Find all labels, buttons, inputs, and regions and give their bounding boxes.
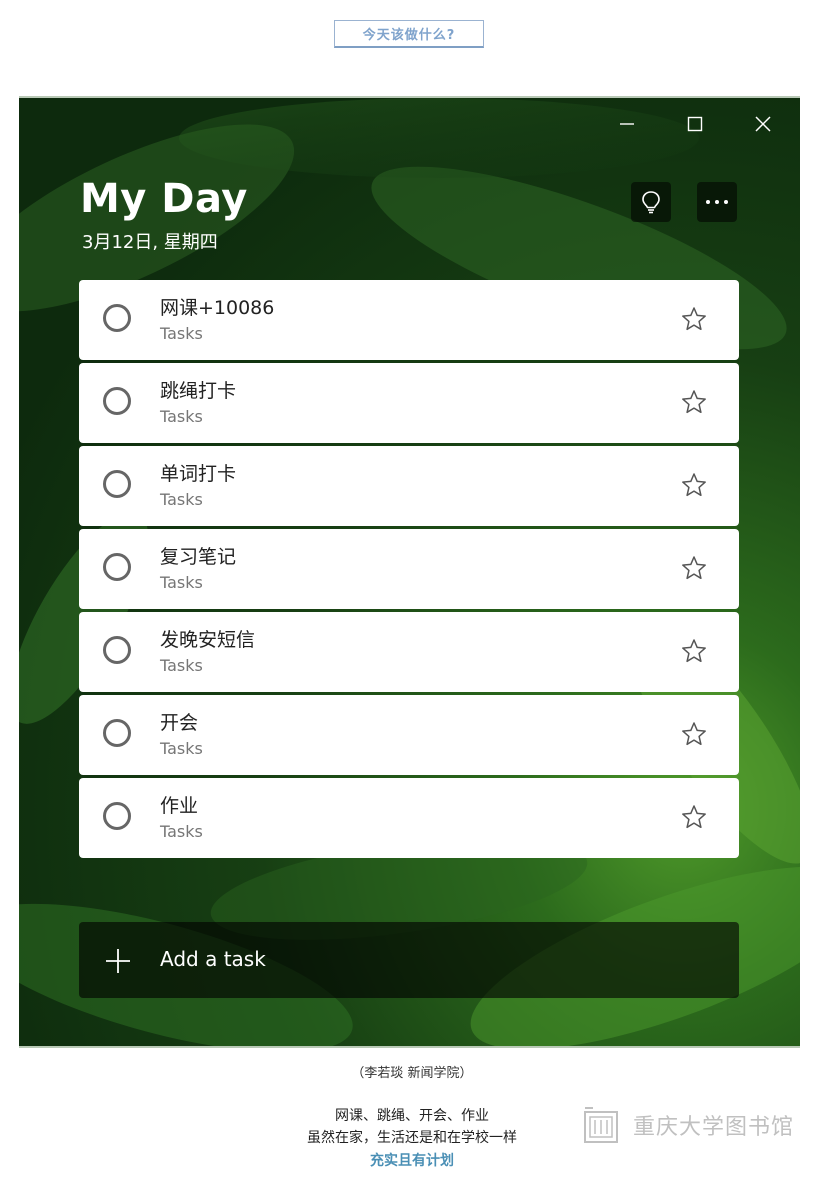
maximize-icon <box>687 116 703 132</box>
close-button[interactable] <box>749 110 777 138</box>
complete-checkbox[interactable] <box>103 470 131 498</box>
task-item[interactable]: 开会 Tasks <box>79 695 739 775</box>
task-list-name: Tasks <box>160 822 203 841</box>
star-icon[interactable] <box>681 472 707 498</box>
task-list-name: Tasks <box>160 407 203 426</box>
task-item[interactable]: 跳绳打卡 Tasks <box>79 363 739 443</box>
task-list-name: Tasks <box>160 573 203 592</box>
task-title: 跳绳打卡 <box>160 380 237 402</box>
more-options-button[interactable] <box>697 182 737 222</box>
star-icon[interactable] <box>681 555 707 581</box>
task-title: 作业 <box>160 795 199 817</box>
library-logo: 重庆大学图书馆 <box>583 1106 794 1144</box>
task-item[interactable]: 作业 Tasks <box>79 778 739 858</box>
minimize-icon <box>620 123 634 125</box>
footer-line-3: 充实且有计划 <box>370 1153 454 1169</box>
task-list-name: Tasks <box>160 656 203 675</box>
task-item[interactable]: 复习笔记 Tasks <box>79 529 739 609</box>
star-icon[interactable] <box>681 389 707 415</box>
task-title: 复习笔记 <box>160 546 237 568</box>
plus-icon <box>106 949 130 973</box>
task-item[interactable]: 网课+10086 Tasks <box>79 280 739 360</box>
task-list-name: Tasks <box>160 739 203 758</box>
library-logo-icon <box>584 1107 618 1143</box>
add-task-input[interactable]: Add a task <box>79 922 739 998</box>
add-task-label: Add a task <box>160 947 266 971</box>
maximize-button[interactable] <box>681 110 709 138</box>
date-subtitle: 3月12日, 星期四 <box>82 232 218 253</box>
complete-checkbox[interactable] <box>103 719 131 747</box>
task-list-name: Tasks <box>160 490 203 509</box>
library-logo-text: 重庆大学图书馆 <box>633 1115 795 1140</box>
complete-checkbox[interactable] <box>103 636 131 664</box>
task-list-name: Tasks <box>160 324 203 343</box>
suggestions-button[interactable] <box>631 182 671 222</box>
star-icon[interactable] <box>681 804 707 830</box>
page-title: My Day <box>80 176 248 222</box>
complete-checkbox[interactable] <box>103 553 131 581</box>
image-caption: （李若琰 新闻学院） <box>351 1066 473 1081</box>
star-icon[interactable] <box>681 638 707 664</box>
more-icon <box>706 200 728 204</box>
task-list: 网课+10086 Tasks 跳绳打卡 Tasks 单词打卡 Tasks 复习笔… <box>79 280 739 861</box>
star-icon[interactable] <box>681 306 707 332</box>
task-title: 网课+10086 <box>160 297 275 319</box>
minimize-button[interactable] <box>613 110 641 138</box>
banner-button: 今天该做什么? <box>334 20 484 48</box>
task-title: 发晚安短信 <box>160 629 256 651</box>
lightbulb-icon <box>642 191 660 214</box>
task-item[interactable]: 发晚安短信 Tasks <box>79 612 739 692</box>
todo-app-window: My Day 3月12日, 星期四 网课+10086 Tasks 跳绳打卡 Ta… <box>19 96 800 1048</box>
task-item[interactable]: 单词打卡 Tasks <box>79 446 739 526</box>
complete-checkbox[interactable] <box>103 802 131 830</box>
complete-checkbox[interactable] <box>103 304 131 332</box>
close-icon <box>755 116 771 132</box>
task-title: 开会 <box>160 712 199 734</box>
star-icon[interactable] <box>681 721 707 747</box>
complete-checkbox[interactable] <box>103 387 131 415</box>
task-title: 单词打卡 <box>160 463 237 485</box>
